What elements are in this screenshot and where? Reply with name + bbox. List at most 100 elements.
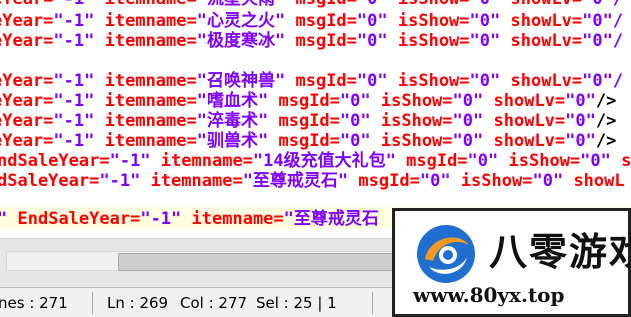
code-token: "-1" (53, 11, 95, 31)
code-token: "-1" (99, 171, 141, 191)
code-line[interactable]: eYear="-1" itemname="嗜血术" msgId="0" isSh… (0, 90, 616, 112)
code-token: /> (595, 131, 617, 151)
status-ln: Ln : 269 (107, 294, 169, 312)
code-token: "0" (565, 91, 596, 111)
scrollbar-thumb[interactable] (118, 253, 398, 271)
code-token: eYear= (0, 91, 54, 111)
code-line[interactable]: eYear="-1" itemname="流星火雨" msgId= "0" isS… (0, 0, 623, 10)
code-token: "0" (452, 131, 484, 151)
code-token: msgId= (295, 0, 356, 9)
code-token: showLv= (510, 31, 583, 51)
code-token: showLv= (493, 131, 566, 151)
code-token: itemname= (105, 0, 197, 9)
code-token: itemname= (191, 209, 284, 229)
code-token: itemname= (150, 171, 243, 191)
code-token: "0"/ (582, 31, 624, 51)
code-token: isShow= (380, 111, 453, 131)
code-token: isShow= (380, 91, 453, 111)
code-token: showLv= (510, 11, 583, 31)
code-token: dSaleYear= (0, 171, 100, 191)
code-token: showLv= (493, 111, 566, 131)
code-token: isShow= (380, 131, 453, 151)
code-token: itemname= (104, 31, 197, 51)
code-token: EndSaleYear= (17, 209, 141, 229)
code-token: "0" (339, 131, 371, 151)
code-token: "0" (532, 171, 564, 191)
code-token: isShow= (397, 11, 470, 31)
code-token: eYear= (0, 11, 54, 31)
code-token: "-1" (140, 209, 182, 229)
code-token: "-1" (53, 91, 95, 111)
code-token: msgId= (278, 131, 340, 151)
code-token: "0"/ (582, 11, 624, 31)
code-line[interactable]: eYear="-1" itemname="极度寒冰" msgId="0" isS… (0, 30, 623, 52)
code-token: itemname= (104, 111, 197, 131)
code-token: isShow= (398, 0, 470, 9)
status-lines: nes : 271 (0, 294, 68, 312)
brand-name: 八零游戏 (489, 230, 631, 274)
code-token: "0" (470, 0, 501, 9)
code-token: "0" (452, 91, 484, 111)
status-sel: Sel : 25 | 1 (256, 294, 337, 312)
code-token: msgId= (295, 31, 357, 51)
code-token: eYear= (0, 131, 54, 151)
code-line[interactable]: eYear="-1" itemname="心灵之火" msgId="0" isS… (0, 10, 623, 32)
code-line[interactable]: ndSaleYear="-1" itemname="14级充值大礼包" msgI… (0, 150, 631, 172)
code-token: /> (595, 111, 617, 131)
brand-url: www.80yx.top (413, 283, 565, 307)
code-token: isShow= (508, 151, 581, 171)
code-line[interactable]: eYear="-1" itemname="淬毒术" msgId="0" isSh… (0, 110, 616, 132)
code-token: showL (573, 171, 625, 191)
code-line[interactable]: eYear="-1" itemname="驯兽术" msgId="0" isSh… (0, 130, 616, 152)
code-editor[interactable]: eYear="-1" itemname="流星火雨" msgId="0" isS… (0, 0, 631, 238)
code-token: "-1" (109, 151, 151, 171)
code-token: showLv= (493, 91, 566, 111)
code-token: ndSaleYear= (0, 151, 110, 171)
editor-window: eYear="-1" itemname="流星火雨" msgId="0" isS… (0, 0, 631, 317)
code-token: "-1" (53, 0, 94, 9)
code-token: eYear= (0, 0, 53, 9)
code-token: "0" (469, 11, 501, 31)
code-token: /> (595, 91, 617, 111)
code-token: eYear= (0, 31, 54, 51)
code-line[interactable]: dSaleYear="-1" itemname="至尊戒灵石" msgId="0… (0, 170, 625, 192)
code-token: msgId= (295, 11, 357, 31)
status-col: Col : 277 (180, 294, 248, 312)
code-line[interactable]: eYear="-1" itemname="召唤神兽" msgId="0" isS… (0, 70, 623, 92)
code-token: "0" (356, 71, 388, 91)
code-token: "嗜血术" (196, 91, 269, 111)
code-token: "流星火雨" (197, 0, 285, 9)
code-token: "0" (339, 111, 371, 131)
code-token: "至尊戒灵石" (242, 171, 349, 191)
code-token: "0" (580, 151, 611, 171)
code-token: "极度寒冰" (196, 31, 286, 51)
code-token: "-1" (53, 131, 95, 151)
code-token: msgId= (295, 71, 357, 91)
code-line[interactable]: " EndSaleYear="-1" itemname="至尊戒灵石 (0, 208, 379, 230)
code-token: "心灵之火" (196, 11, 286, 31)
